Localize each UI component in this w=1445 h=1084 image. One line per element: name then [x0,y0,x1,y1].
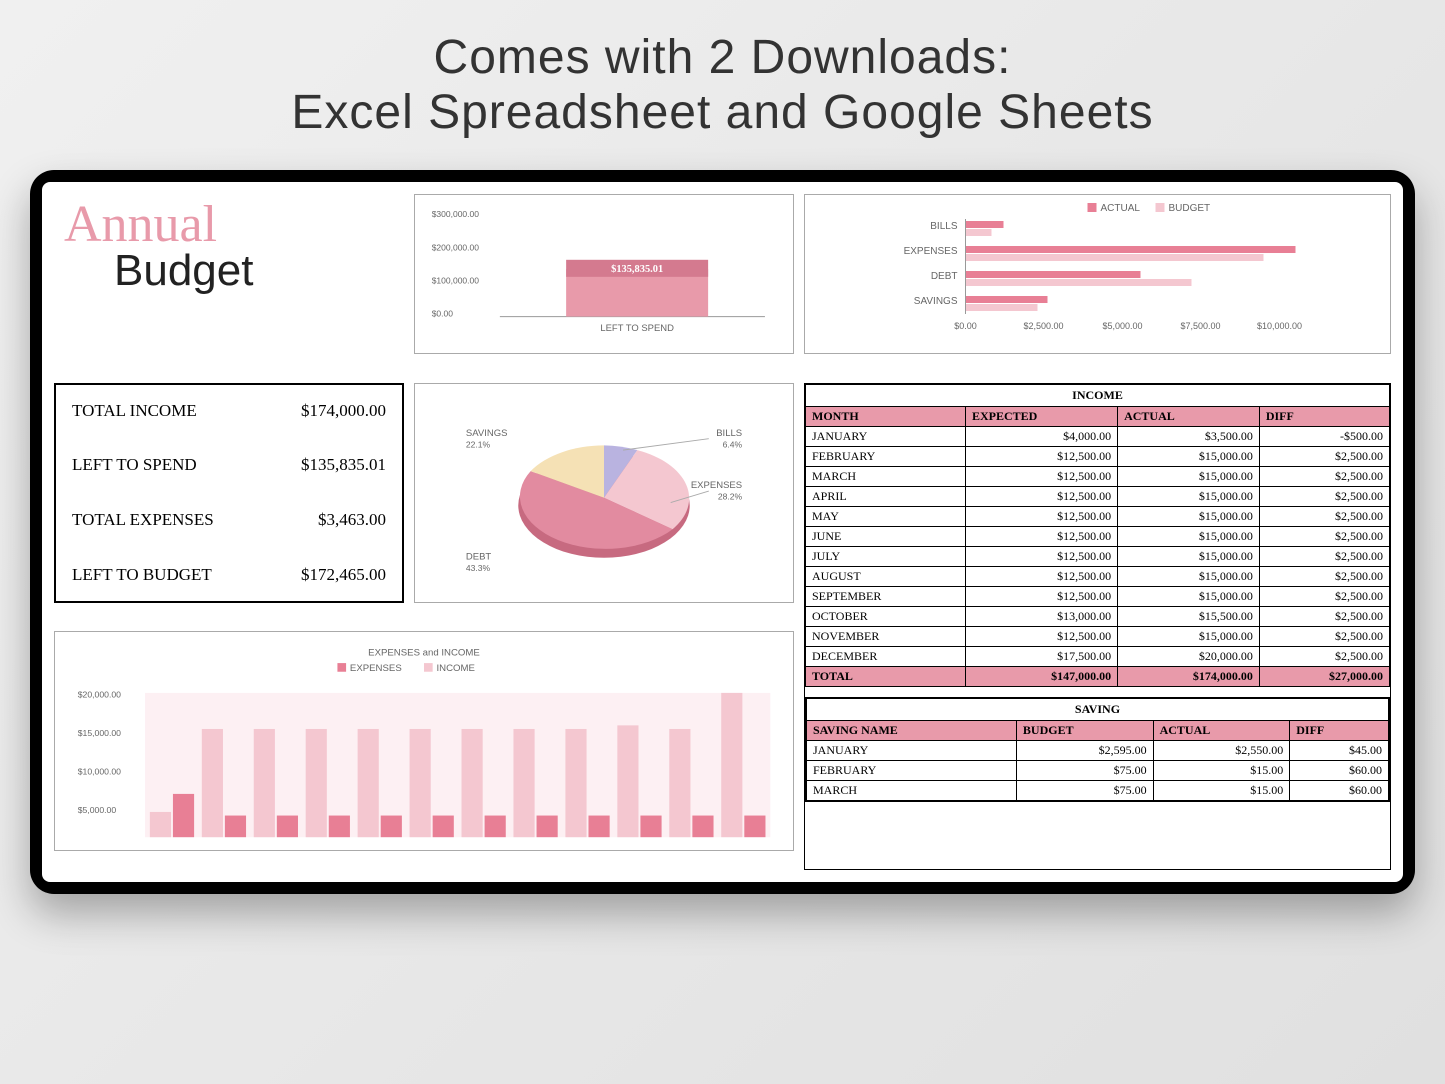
income-saving-panel: INCOME MONTHEXPECTEDACTUALDIFF JANUARY$4… [804,383,1391,870]
table-row: NOVEMBER$12,500.00$15,000.00$2,500.00 [806,626,1390,646]
income-total: TOTAL$147,000.00$174,000.00$27,000.00 [806,666,1390,686]
svg-text:EXPENSES: EXPENSES [691,480,742,491]
table-row: MAY$12,500.00$15,000.00$2,500.00 [806,506,1390,526]
hero-line1: Comes with 2 Downloads: [60,30,1385,85]
logo-sub: Budget [114,246,394,296]
table-row: DECEMBER$17,500.00$20,000.00$2,500.00 [806,646,1390,666]
table-row: SEPTEMBER$12,500.00$15,000.00$2,500.00 [806,586,1390,606]
svg-text:22.1%: 22.1% [466,439,491,449]
table-row: MARCH$12,500.00$15,000.00$2,500.00 [806,466,1390,486]
svg-text:EXPENSES and INCOME: EXPENSES and INCOME [368,648,480,659]
svg-text:BUDGET: BUDGET [1169,203,1211,214]
saving-table: SAVING SAVING NAMEBUDGETACTUALDIFF JANUA… [806,698,1389,801]
table-row: JULY$12,500.00$15,000.00$2,500.00 [806,546,1390,566]
svg-text:$300,000.00: $300,000.00 [432,209,480,219]
table-row: JANUARY$2,595.00$2,550.00$45.00 [807,740,1389,760]
table-row: FEBRUARY$75.00$15.00$60.00 [807,760,1389,780]
summary-row: LEFT TO BUDGET$172,465.00 [72,565,386,585]
svg-text:BILLS: BILLS [930,221,958,232]
svg-text:$15,000.00: $15,000.00 [78,729,121,739]
breakdown-pie-chart: BILLS 6.4% EXPENSES 28.2% DEBT 43.3% SAV… [414,383,794,603]
svg-text:43.3%: 43.3% [466,563,491,573]
table-row: MARCH$75.00$15.00$60.00 [807,780,1389,800]
category-hbar-chart: ACTUAL BUDGET BILLS EXPENSES DEBT SAVING… [804,194,1391,354]
svg-text:$135,835.01: $135,835.01 [611,264,663,275]
svg-text:$200,000.00: $200,000.00 [432,242,480,252]
left-to-spend-chart: $300,000.00 $200,000.00 $100,000.00 $0.0… [414,194,794,354]
svg-text:$20,000.00: $20,000.00 [78,690,121,700]
income-table: INCOME MONTHEXPECTEDACTUALDIFF JANUARY$4… [805,384,1390,687]
svg-text:EXPENSES: EXPENSES [904,246,958,257]
logo-script: Annual [64,204,394,246]
svg-text:SAVINGS: SAVINGS [466,427,508,438]
logo: Annual Budget [54,194,404,373]
hero-line2: Excel Spreadsheet and Google Sheets [60,85,1385,140]
svg-text:DEBT: DEBT [466,551,492,562]
summary-box: TOTAL INCOME$174,000.00 LEFT TO SPEND$13… [54,383,404,603]
svg-text:$0.00: $0.00 [954,321,977,331]
svg-text:$5,000.00: $5,000.00 [78,805,117,815]
table-row: JANUARY$4,000.00$3,500.00-$500.00 [806,426,1390,446]
table-row: OCTOBER$13,000.00$15,500.00$2,500.00 [806,606,1390,626]
svg-text:$10,000.00: $10,000.00 [1257,321,1302,331]
income-title: INCOME [806,384,1390,406]
summary-row: LEFT TO SPEND$135,835.01 [72,455,386,475]
income-header: MONTHEXPECTEDACTUALDIFF [806,406,1390,426]
svg-text:SAVINGS: SAVINGS [914,296,958,307]
spreadsheet-screen: Annual Budget $300,000.00 $200,000.00 $1… [42,182,1403,882]
hero-title: Comes with 2 Downloads: Excel Spreadshee… [0,0,1445,160]
svg-text:28.2%: 28.2% [718,491,743,501]
svg-text:LEFT TO SPEND: LEFT TO SPEND [600,323,674,334]
table-row: FEBRUARY$12,500.00$15,000.00$2,500.00 [806,446,1390,466]
table-row: APRIL$12,500.00$15,000.00$2,500.00 [806,486,1390,506]
tablet-frame: Annual Budget $300,000.00 $200,000.00 $1… [30,170,1415,894]
svg-text:BILLS: BILLS [716,427,742,438]
svg-text:$2,500.00: $2,500.00 [1023,321,1063,331]
saving-header: SAVING NAMEBUDGETACTUALDIFF [807,720,1389,740]
summary-row: TOTAL INCOME$174,000.00 [72,401,386,421]
svg-text:$0.00: $0.00 [432,309,454,319]
saving-title: SAVING [807,698,1389,720]
table-row: JUNE$12,500.00$15,000.00$2,500.00 [806,526,1390,546]
svg-text:EXPENSES: EXPENSES [350,663,402,674]
table-row: AUGUST$12,500.00$15,000.00$2,500.00 [806,566,1390,586]
expenses-income-chart: EXPENSES and INCOME EXPENSES INCOME $20,… [54,631,794,851]
svg-text:$7,500.00: $7,500.00 [1180,321,1220,331]
svg-text:INCOME: INCOME [437,663,475,674]
svg-text:6.4%: 6.4% [723,439,743,449]
svg-text:DEBT: DEBT [931,271,958,282]
summary-row: TOTAL EXPENSES$3,463.00 [72,510,386,530]
svg-text:$100,000.00: $100,000.00 [432,275,480,285]
svg-text:$5,000.00: $5,000.00 [1102,321,1142,331]
svg-text:$10,000.00: $10,000.00 [78,767,121,777]
svg-text:ACTUAL: ACTUAL [1101,203,1141,214]
